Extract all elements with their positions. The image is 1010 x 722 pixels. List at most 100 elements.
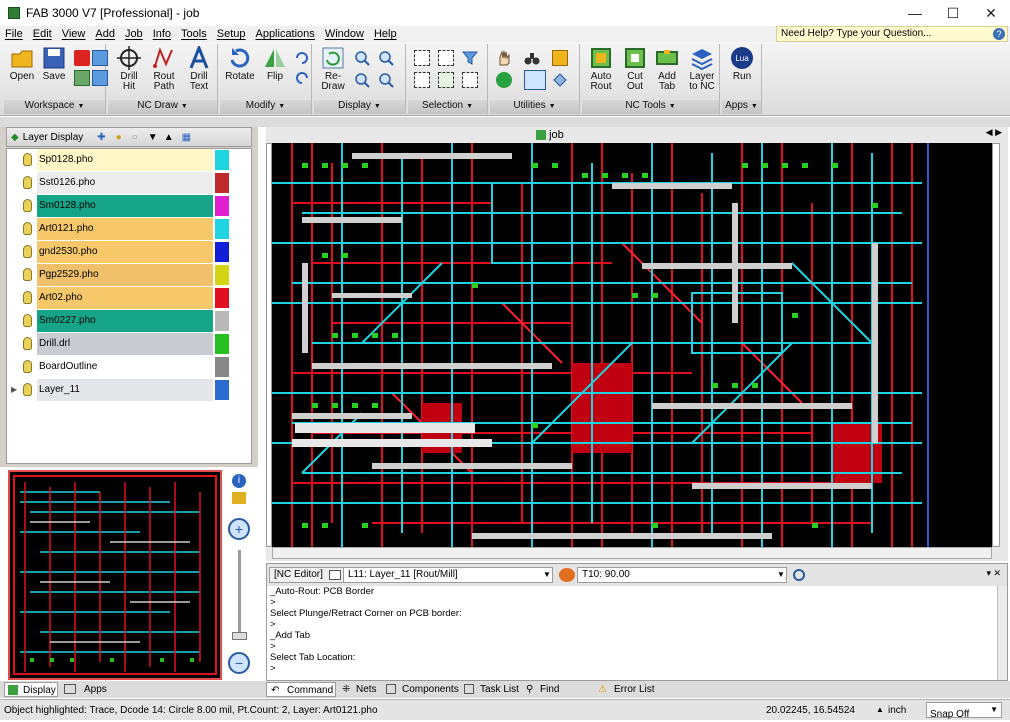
- tab-apps[interactable]: Apps: [62, 682, 112, 697]
- bulb-icon[interactable]: [23, 383, 32, 396]
- horizontal-scrollbar[interactable]: [272, 547, 992, 559]
- layer-row[interactable]: Sm0128.pho: [7, 195, 251, 217]
- binoculars-icon[interactable]: [524, 50, 540, 66]
- zoom-in-icon[interactable]: [354, 50, 370, 66]
- menu-tools[interactable]: Tools: [176, 28, 212, 40]
- selection-group-label[interactable]: Selection ▼: [408, 100, 487, 114]
- bulb-icon[interactable]: [23, 222, 32, 235]
- tab-nets[interactable]: ⁜ Nets: [340, 682, 380, 697]
- layer-color-swatch[interactable]: [215, 334, 229, 354]
- select-window-icon[interactable]: [414, 50, 430, 66]
- nc-editor-output[interactable]: _Auto-Rout: PCB Border > Select Plunge/R…: [267, 586, 997, 680]
- menu-job[interactable]: Job: [120, 28, 148, 40]
- tab-display[interactable]: Display: [4, 682, 58, 697]
- help-search-box[interactable]: Need Help? Type your Question... ?: [776, 26, 1008, 42]
- menu-setup[interactable]: Setup: [212, 28, 251, 40]
- tab-components[interactable]: Components: [384, 682, 459, 697]
- layer-color-swatch[interactable]: [215, 173, 229, 193]
- layer-color-swatch[interactable]: [215, 380, 229, 400]
- cut-out-button[interactable]: Cut Out: [620, 46, 650, 92]
- menu-file[interactable]: File: [0, 28, 28, 40]
- drill-hit-button[interactable]: Drill Hit: [114, 46, 144, 92]
- zoom-fit-icon[interactable]: [378, 72, 394, 88]
- bulb-icon[interactable]: [23, 245, 32, 258]
- zoom-in-button[interactable]: +: [228, 518, 250, 540]
- overview-minimap[interactable]: [8, 470, 222, 680]
- open-button[interactable]: Open: [8, 46, 36, 82]
- run-lua-button[interactable]: Lua Run: [726, 46, 758, 82]
- tool-select-dropdown[interactable]: T10: 90.00: [577, 567, 787, 583]
- pcb-canvas[interactable]: [272, 143, 992, 547]
- nc-tools-group-label[interactable]: NC Tools ▼: [582, 100, 719, 114]
- add-tab-button[interactable]: Add Tab: [652, 46, 682, 92]
- chevron-down-icon[interactable]: ▼: [543, 570, 551, 579]
- camera-icon[interactable]: [232, 492, 246, 504]
- layer-row[interactable]: gnd2530.pho: [7, 241, 251, 263]
- layer-table-icon[interactable]: ▦: [182, 132, 191, 143]
- undo-icon[interactable]: [294, 50, 310, 66]
- layer-to-nc-button[interactable]: Layer to NC: [686, 46, 718, 92]
- layer-color-swatch[interactable]: [215, 311, 229, 331]
- flip-button[interactable]: Flip: [260, 46, 290, 82]
- menu-help[interactable]: Help: [369, 28, 402, 40]
- layer-select-dropdown[interactable]: L11: Layer_11 [Rout/Mill]: [343, 567, 553, 583]
- bulb-icon[interactable]: [23, 176, 32, 189]
- maximize-button[interactable]: ☐: [934, 0, 972, 26]
- pan-hand-icon[interactable]: [496, 50, 512, 66]
- menu-view[interactable]: View: [57, 28, 91, 40]
- select-add-icon[interactable]: [438, 72, 454, 88]
- zoom-out-icon[interactable]: [378, 50, 394, 66]
- filter-icon[interactable]: [461, 50, 479, 66]
- minus-icon[interactable]: [496, 72, 512, 88]
- bulb-on-icon[interactable]: ●: [116, 132, 122, 143]
- layer-color-swatch[interactable]: [215, 196, 229, 216]
- layer-row[interactable]: Drill.drl: [7, 333, 251, 355]
- minimize-button[interactable]: —: [896, 0, 934, 26]
- tab-command[interactable]: ↶ Command: [266, 682, 336, 697]
- display-group-label[interactable]: Display ▼: [314, 100, 405, 114]
- layer-row[interactable]: Art02.pho: [7, 287, 251, 309]
- layer-row[interactable]: Sp0128.pho: [7, 149, 251, 171]
- tab-scroll-arrows[interactable]: ◀ ▶: [986, 127, 1002, 138]
- settings-icon[interactable]: [793, 569, 805, 581]
- bulb-icon[interactable]: [23, 314, 32, 327]
- info-icon[interactable]: i: [232, 474, 246, 488]
- redraw-button[interactable]: Re-Draw: [318, 46, 348, 92]
- nc-editor-table-icon[interactable]: [329, 570, 341, 580]
- doc-tab[interactable]: job: [536, 129, 566, 143]
- zoom-slider-track[interactable]: [238, 550, 241, 640]
- import-icon[interactable]: [74, 70, 90, 86]
- diamond-icon[interactable]: [524, 70, 546, 90]
- layer-row[interactable]: Sm0227.pho: [7, 310, 251, 332]
- apps-group-label[interactable]: Apps ▼: [722, 100, 761, 114]
- close-button[interactable]: ✕: [972, 0, 1010, 26]
- bulb-icon[interactable]: [23, 153, 32, 166]
- units-arrow-icon[interactable]: ▲: [876, 705, 884, 714]
- rotate-button[interactable]: Rotate: [224, 46, 256, 82]
- zoom-slider-thumb[interactable]: [232, 632, 247, 640]
- save-button[interactable]: Save: [40, 46, 68, 82]
- deselect-icon[interactable]: [438, 50, 454, 66]
- panel-pin-icon[interactable]: ▾ ✕: [986, 568, 1001, 579]
- zoom-window-icon[interactable]: [354, 72, 370, 88]
- select-all-icon[interactable]: [414, 72, 430, 88]
- move-down-icon[interactable]: ▼: [148, 132, 158, 143]
- workspace-group-label[interactable]: Workspace ▼: [4, 100, 105, 114]
- paint-bucket-icon[interactable]: [552, 72, 568, 88]
- layer-row[interactable]: Art0121.pho: [7, 218, 251, 240]
- drill-text-button[interactable]: Drill Text: [184, 43, 214, 92]
- menu-applications[interactable]: Applications: [250, 28, 319, 40]
- layer-color-swatch[interactable]: [215, 265, 229, 285]
- layer-color-swatch[interactable]: [215, 242, 229, 262]
- redo-icon[interactable]: [294, 70, 310, 86]
- layer-color-swatch[interactable]: [215, 357, 229, 377]
- rout-path-button[interactable]: Rout Path: [148, 46, 180, 92]
- close-file-icon[interactable]: [74, 50, 90, 66]
- bulb-off-icon[interactable]: ○: [132, 132, 138, 143]
- bulb-icon[interactable]: [23, 337, 32, 350]
- utilities-group-label[interactable]: Utilities ▼: [490, 100, 579, 114]
- new-file-icon[interactable]: [92, 50, 108, 66]
- bulb-icon[interactable]: [23, 291, 32, 304]
- help-icon[interactable]: ?: [993, 28, 1005, 40]
- menu-edit[interactable]: Edit: [28, 28, 57, 40]
